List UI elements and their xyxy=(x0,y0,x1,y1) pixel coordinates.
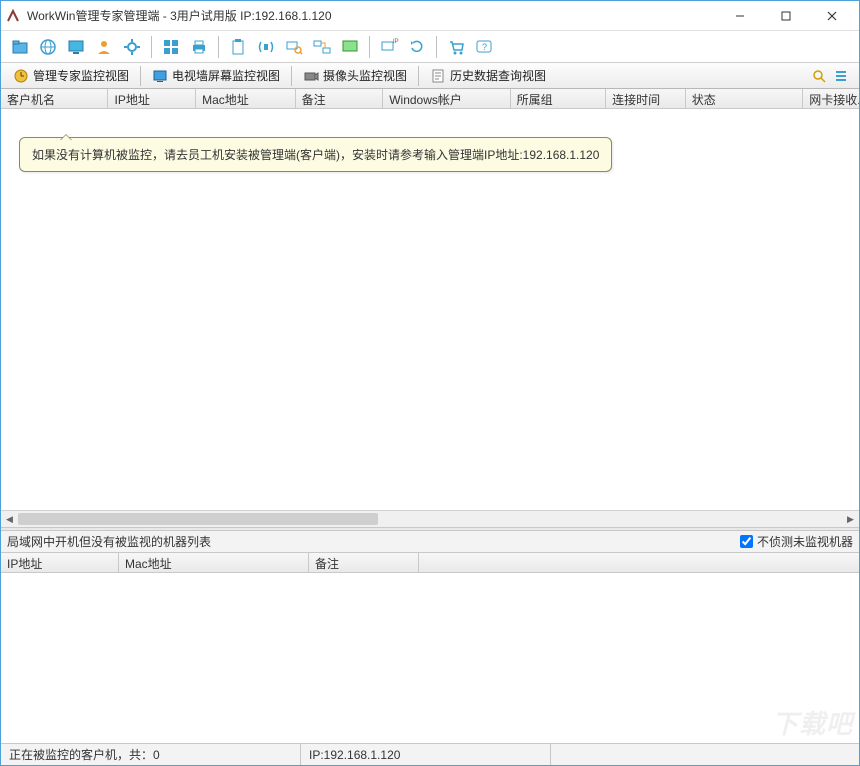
tab-history-view[interactable]: 历史数据查询视图 xyxy=(422,65,554,87)
svg-text:IP: IP xyxy=(393,39,399,45)
viewtabs-right xyxy=(809,66,855,86)
screen-icon[interactable] xyxy=(337,34,363,60)
scroll-right-arrow[interactable]: ▶ xyxy=(842,511,859,528)
scroll-track[interactable] xyxy=(18,511,842,528)
tab-separator xyxy=(140,66,141,86)
col-conn-time[interactable]: 连接时间 xyxy=(606,89,686,108)
lower-panel-title: 局域网中开机但没有被监视的机器列表 xyxy=(7,533,740,550)
gear-icon[interactable] xyxy=(119,34,145,60)
tab-label: 管理专家监控视图 xyxy=(33,67,129,84)
lower-panel-header: 局域网中开机但没有被监视的机器列表 不侦测未监视机器 xyxy=(1,531,859,553)
toolbar-separator xyxy=(218,36,219,58)
toolbar-separator xyxy=(369,36,370,58)
tab-label: 电视墙屏幕监控视图 xyxy=(172,67,280,84)
tab-camera-view[interactable]: 摄像头监控视图 xyxy=(295,65,415,87)
refresh-icon[interactable] xyxy=(404,34,430,60)
horizontal-scrollbar[interactable]: ◀ ▶ xyxy=(1,510,859,527)
scroll-thumb[interactable] xyxy=(18,513,378,525)
status-client-count: 正在被监控的客户机，共：0 xyxy=(1,744,301,765)
tab-separator xyxy=(418,66,419,86)
col-ip[interactable]: IP地址 xyxy=(108,89,196,108)
lower-col-remark[interactable]: 备注 xyxy=(309,553,419,572)
broadcast-icon[interactable] xyxy=(253,34,279,60)
col-remark[interactable]: 备注 xyxy=(296,89,384,108)
transfer-icon[interactable] xyxy=(309,34,335,60)
toolbar-separator xyxy=(151,36,152,58)
col-win-account[interactable]: Windows帐户 xyxy=(383,89,510,108)
window-buttons xyxy=(717,1,855,31)
client-table-header: 客户机名 IP地址 Mac地址 备注 Windows帐户 所属组 连接时间 状态… xyxy=(1,89,859,109)
minimize-button[interactable] xyxy=(717,1,763,31)
search-pc-icon[interactable] xyxy=(281,34,307,60)
zoom-icon[interactable] xyxy=(809,66,829,86)
globe-icon[interactable] xyxy=(35,34,61,60)
tab-separator xyxy=(291,66,292,86)
col-status[interactable]: 状态 xyxy=(686,89,803,108)
col-group[interactable]: 所属组 xyxy=(511,89,607,108)
scroll-left-arrow[interactable]: ◀ xyxy=(1,511,18,528)
camera-icon xyxy=(303,68,319,84)
cart-icon[interactable] xyxy=(443,34,469,60)
view-tabs: 管理专家监控视图 电视墙屏幕监控视图 摄像头监控视图 历史数据查询视图 xyxy=(1,63,859,89)
user-icon[interactable] xyxy=(91,34,117,60)
list-icon[interactable] xyxy=(831,66,851,86)
remote-pc-icon[interactable]: IP xyxy=(376,34,402,60)
watermark: 下载吧 xyxy=(772,704,853,741)
app-icon xyxy=(5,8,21,24)
main-toolbar: IP ? xyxy=(1,31,859,63)
tab-tvwall-view[interactable]: 电视墙屏幕监控视图 xyxy=(144,65,288,87)
lower-col-ip[interactable]: IP地址 xyxy=(1,553,119,572)
client-list-area[interactable]: 如果没有计算机被监控，请去员工机安装被管理端(客户端)，安装时请参考输入管理端I… xyxy=(1,109,859,510)
svg-text:?: ? xyxy=(482,42,487,52)
checkbox-text: 不侦测未监视机器 xyxy=(757,533,853,550)
lower-col-blank xyxy=(419,553,859,572)
lower-table-header: IP地址 Mac地址 备注 xyxy=(1,553,859,573)
document-icon xyxy=(430,68,446,84)
monitor-icon[interactable] xyxy=(63,34,89,60)
tab-monitor-view[interactable]: 管理专家监控视图 xyxy=(5,65,137,87)
col-client-name[interactable]: 客户机名 xyxy=(1,89,108,108)
lower-col-mac[interactable]: Mac地址 xyxy=(119,553,309,572)
maximize-button[interactable] xyxy=(763,1,809,31)
status-ip: IP:192.168.1.120 xyxy=(301,744,551,765)
hint-text: 如果没有计算机被监控，请去员工机安装被管理端(客户端)，安装时请参考输入管理端I… xyxy=(32,148,599,162)
help-icon[interactable]: ? xyxy=(471,34,497,60)
hint-balloon: 如果没有计算机被监控，请去员工机安装被管理端(客户端)，安装时请参考输入管理端I… xyxy=(19,137,612,172)
toolbar-separator xyxy=(436,36,437,58)
tv-icon xyxy=(152,68,168,84)
clipboard-icon[interactable] xyxy=(225,34,251,60)
dont-detect-checkbox[interactable] xyxy=(740,535,753,548)
titlebar: WorkWin管理专家管理端 - 3用户试用版 IP:192.168.1.120 xyxy=(1,1,859,31)
close-button[interactable] xyxy=(809,1,855,31)
print-icon[interactable] xyxy=(186,34,212,60)
dont-detect-checkbox-label[interactable]: 不侦测未监视机器 xyxy=(740,533,853,550)
open-file-icon[interactable] xyxy=(7,34,33,60)
status-bar: 正在被监控的客户机，共：0 IP:192.168.1.120 xyxy=(1,743,859,765)
clock-icon xyxy=(13,68,29,84)
col-nic-recv[interactable]: 网卡接收... xyxy=(803,89,859,108)
tab-label: 摄像头监控视图 xyxy=(323,67,407,84)
tab-label: 历史数据查询视图 xyxy=(450,67,546,84)
grid-icon[interactable] xyxy=(158,34,184,60)
window-title: WorkWin管理专家管理端 - 3用户试用版 IP:192.168.1.120 xyxy=(27,7,717,24)
lower-list-area[interactable]: 下载吧 xyxy=(1,573,859,743)
status-blank xyxy=(551,744,859,765)
col-mac[interactable]: Mac地址 xyxy=(196,89,296,108)
